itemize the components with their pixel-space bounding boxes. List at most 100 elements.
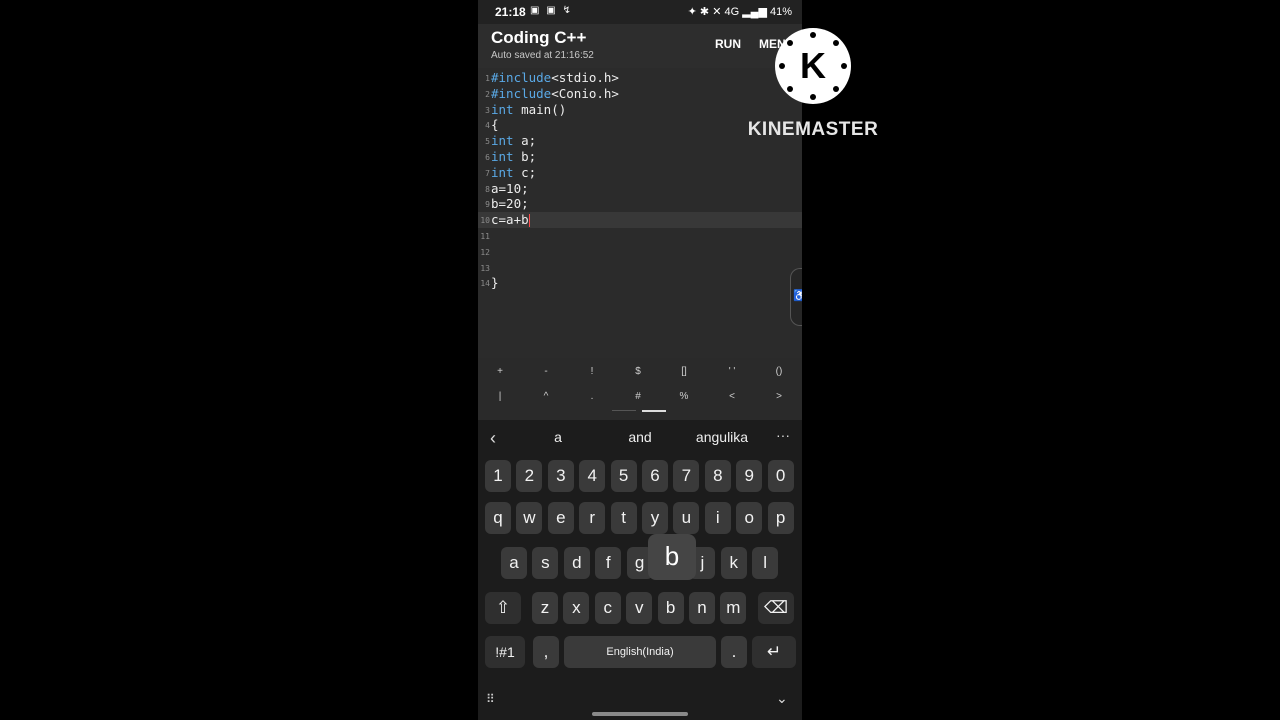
code-text: #include<Conio.h> [491,86,619,102]
code-rest: c=a+b [491,212,529,228]
line-number: 14 [480,279,490,289]
code-line[interactable]: 11 [478,228,802,244]
symbol-key[interactable]: $ [624,366,652,377]
code-keyword: int [491,133,514,149]
symbol-bar: + -! $ [] ' ' () | ^. #% < > [478,358,802,420]
keyboard-grid-icon[interactable]: ⠿ [486,692,495,706]
symbol-key[interactable]: ^ [532,391,560,402]
watermark-logo-letter: K [800,45,826,86]
code-text: #include<stdio.h> [491,70,619,86]
watermark-logo-dot [787,40,793,46]
backspace-key[interactable]: ⌫ [758,592,794,624]
key-3[interactable]: 3 [547,460,574,492]
key-o[interactable]: o [736,502,763,534]
code-line[interactable]: 7 int c; [478,165,802,181]
line-number: 4 [485,121,490,131]
suggestion-back-icon[interactable]: ‹ [490,428,496,449]
symbol-key[interactable]: ' ' [718,366,746,377]
run-button[interactable]: RUN [715,37,741,51]
symbol-key[interactable]: ! [578,366,606,377]
code-rest: b=20; [491,196,529,212]
key-1[interactable]: 1 [485,460,511,492]
code-line[interactable]: 10 c=a+b [478,212,802,229]
key-c[interactable]: c [594,592,621,624]
key-0[interactable]: 0 [767,460,794,492]
code-line[interactable]: 6 int b; [478,149,802,165]
key-7[interactable]: 7 [673,460,700,492]
key-b[interactable]: b [657,592,684,624]
key-5[interactable]: 5 [610,460,637,492]
code-text: int main() [491,102,566,118]
code-text: a=10; [491,181,529,197]
key-d[interactable]: d [563,547,590,579]
key-r[interactable]: r [579,502,606,534]
key-n[interactable]: n [689,592,715,624]
suggestion-1[interactable]: a [544,429,572,445]
autosave-status: Auto saved at 21:16:52 [491,50,594,61]
code-line[interactable]: 8 a=10; [478,181,802,197]
key-s[interactable]: s [532,547,559,579]
symbol-key[interactable]: () [765,366,793,377]
key-2[interactable]: 2 [516,460,543,492]
watermark-logo-dot [810,94,816,100]
suggestion-2[interactable]: and [618,429,662,445]
symbol-key[interactable]: + [486,366,514,377]
symbol-key[interactable]: # [624,391,652,402]
symbol-key[interactable]: < [718,391,746,402]
accessibility-handle[interactable]: ♿ [790,268,802,326]
keyboard-hide-icon[interactable]: ⌄ [776,690,788,707]
line-number: 2 [485,89,490,99]
symbol-key[interactable]: - [532,366,560,377]
code-rest: main() [513,101,567,117]
enter-icon: ↵ [766,642,782,661]
space-key[interactable]: English(India) [564,636,716,668]
key-k[interactable]: k [720,547,747,579]
enter-key[interactable]: ↵ [752,636,796,668]
status-bar: 21:18 ▣ ▣ ↯ ✦ ✱ ✕ 4G ▂▄▆ 41% [478,0,802,24]
accessibility-icon: ♿ [793,290,802,302]
symbol-key[interactable]: % [670,391,698,402]
key-t[interactable]: t [610,502,637,534]
symbol-key[interactable]: [] [670,366,698,377]
soft-keyboard: ‹ a and angulika ··· 1234567890qwertyuio… [478,420,802,720]
comma-key[interactable]: , [533,636,559,668]
code-line[interactable]: 9 b=20; [478,196,802,212]
symbols-key[interactable]: !#1 [485,636,525,668]
key-y[interactable]: y [642,502,668,534]
code-line[interactable]: 13 [478,260,802,276]
key-m[interactable]: m [720,592,747,624]
key-i[interactable]: i [704,502,731,534]
key-9[interactable]: 9 [736,460,763,492]
key-f[interactable]: f [595,547,622,579]
watermark-logo-dot [841,63,847,69]
key-v[interactable]: v [626,592,653,624]
symbol-key[interactable]: | [486,391,514,402]
line-number: 9 [485,200,490,210]
code-keyword: int [491,149,514,164]
symbol-key[interactable]: . [578,391,606,402]
key-8[interactable]: 8 [704,460,731,492]
shift-key[interactable]: ⇧ [485,592,521,624]
code-keyword: #include [491,85,552,101]
symbol-key[interactable]: > [765,391,793,402]
symbol-page-indicator-active [642,410,666,412]
key-w[interactable]: w [516,502,543,534]
key-u[interactable]: u [673,502,700,534]
key-6[interactable]: 6 [642,460,668,492]
line-number: 6 [485,153,490,162]
suggestion-more-icon[interactable]: ··· [776,427,790,443]
key-l[interactable]: l [752,547,779,579]
suggestion-3[interactable]: angulika [690,429,754,445]
key-q[interactable]: q [485,502,511,534]
key-p[interactable]: p [767,502,794,534]
key-e[interactable]: e [547,502,574,534]
code-line[interactable]: 12 [478,244,802,260]
navigation-gesture-bar[interactable] [592,712,688,716]
period-key[interactable]: . [721,636,747,668]
key-z[interactable]: z [532,592,558,624]
key-a[interactable]: a [501,547,527,579]
code-line[interactable]: 14} [478,275,802,291]
key-x[interactable]: x [563,592,590,624]
key-4[interactable]: 4 [579,460,606,492]
backspace-icon: ⌫ [763,598,789,617]
